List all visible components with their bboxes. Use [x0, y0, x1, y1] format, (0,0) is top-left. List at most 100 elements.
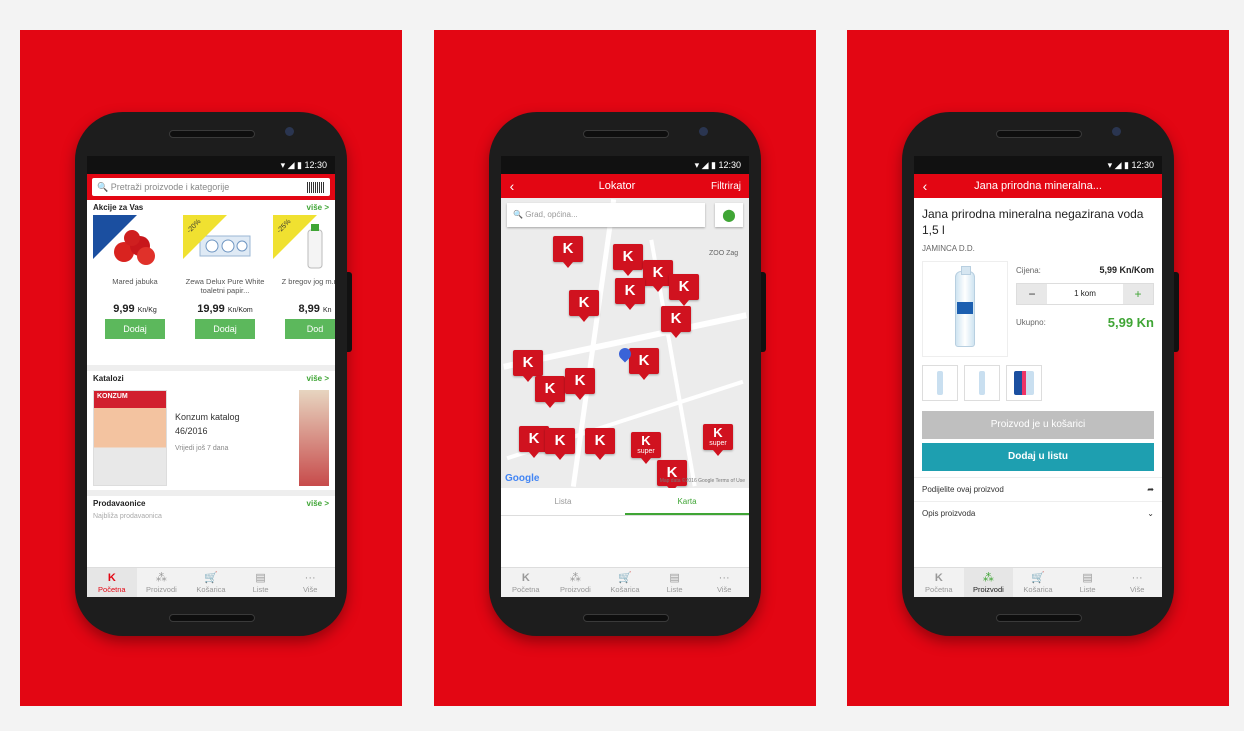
store-marker[interactable]: K: [569, 290, 599, 322]
bottom-speaker: [996, 614, 1082, 622]
discount-badge: [273, 215, 317, 259]
page-title: Jana prirodna mineralna...: [974, 180, 1102, 192]
thumbnail[interactable]: [922, 365, 958, 402]
store-marker[interactable]: K: [585, 428, 615, 460]
filter-button[interactable]: Filtriraj: [711, 181, 749, 192]
front-camera: [285, 127, 294, 136]
quantity-stepper[interactable]: − 1 kom +: [1016, 283, 1154, 306]
nav-cart[interactable]: 🛒 Košarica: [186, 568, 236, 597]
status-bar: ▾ ◢ ▮ 12:30: [87, 156, 335, 174]
nav-products[interactable]: ⁂ Proizvodi: [963, 568, 1014, 597]
products-icon: ⁂: [569, 572, 581, 584]
product-screen: ▾ ◢ ▮ 12:30 ‹ Jana prirodna mineralna...…: [914, 156, 1162, 597]
stores-header: Prodavaonice više >: [93, 499, 329, 508]
search-icon: 🔍: [97, 181, 111, 192]
increase-button[interactable]: +: [1123, 284, 1153, 305]
store-marker[interactable]: K: [629, 348, 659, 380]
cart-icon: 🛒: [204, 572, 218, 584]
location-pin-icon[interactable]: ⬤: [715, 203, 743, 227]
catalog-item[interactable]: KONZUM Konzum katalog 46/2016 Vrijedi još…: [87, 386, 335, 490]
front-camera: [699, 127, 708, 136]
tab-list[interactable]: Lista: [501, 488, 625, 515]
store-marker[interactable]: K: [661, 306, 691, 338]
bottom-nav: K Početna ⁂ Proizvodi 🛒 Košarica ▤ Liste ···…: [914, 567, 1162, 597]
store-marker-super[interactable]: Ksuper: [631, 432, 661, 464]
store-marker[interactable]: K: [513, 350, 543, 382]
nav-cart[interactable]: 🛒 Košarica: [1013, 568, 1063, 597]
add-button[interactable]: Dod: [285, 319, 335, 339]
product-panel: ▾ ◢ ▮ 12:30 ‹ Jana prirodna mineralna...…: [847, 30, 1229, 706]
share-icon: ➦: [1147, 485, 1154, 495]
stores-more-link[interactable]: više >: [307, 499, 329, 508]
back-arrow-icon[interactable]: ‹: [501, 178, 523, 194]
bottom-speaker: [169, 614, 255, 622]
locator-panel: ▾ ◢ ▮ 12:30 ‹ Lokator Filtriraj 🔍 Grad, …: [434, 30, 816, 706]
map-search-input[interactable]: 🔍 Grad, općina...: [507, 203, 705, 227]
add-button[interactable]: Dodaj: [105, 319, 165, 339]
nav-lists[interactable]: ▤ Liste: [1063, 568, 1113, 597]
product-card[interactable]: -20% Zewa Delux Pure White toaletni papi…: [183, 215, 267, 365]
search-input[interactable]: 🔍 Pretraži proizvode i kategorije: [92, 178, 330, 196]
nav-home[interactable]: K Početna: [914, 568, 964, 597]
add-button[interactable]: Dodaj: [195, 319, 255, 339]
phone-frame: ▾ ◢ ▮ 12:30 ‹ Lokator Filtriraj 🔍 Grad, …: [489, 112, 766, 636]
add-to-list-button[interactable]: Dodaj u listu: [922, 443, 1154, 472]
more-icon: ···: [304, 572, 316, 584]
bottom-speaker: [583, 614, 669, 622]
nav-more[interactable]: ··· Više: [1112, 568, 1162, 597]
thumbnail[interactable]: [1006, 365, 1042, 402]
product-card[interactable]: -25% Z bregov jog m.m. 1 8,99 Kn Dod: [273, 215, 335, 365]
tab-map[interactable]: Karta: [625, 488, 749, 515]
product-card[interactable]: Mared jabuka 9,99 Kn/Kg Dodaj: [93, 215, 177, 365]
barcode-scan-icon[interactable]: [307, 181, 325, 193]
nav-lists[interactable]: ▤ Liste: [236, 568, 286, 597]
image-thumbnails: [914, 357, 1162, 407]
total-price: 5,99 Kn: [1107, 314, 1154, 330]
thumbnail[interactable]: [964, 365, 1000, 402]
konzum-k-icon: K: [934, 572, 943, 584]
deals-carousel[interactable]: Mared jabuka 9,99 Kn/Kg Dodaj -20% Zewa …: [87, 215, 335, 365]
nav-home[interactable]: K Početna: [501, 568, 551, 597]
store-map[interactable]: 🔍 Grad, općina... ⬤ ZOO Zag K K K K K K …: [501, 198, 749, 488]
status-bar: ▾ ◢ ▮ 12:30: [501, 156, 749, 174]
home-screen: ▾ ◢ ▮ 12:30 🔍 Pretraži proizvode i kateg…: [87, 156, 335, 597]
google-logo: Google: [505, 473, 540, 484]
store-marker[interactable]: K: [553, 236, 583, 268]
back-arrow-icon[interactable]: ‹: [914, 178, 936, 194]
chevron-down-icon: ⌄: [1147, 509, 1154, 519]
nav-products[interactable]: ⁂ Proizvodi: [137, 568, 187, 597]
store-marker-super[interactable]: Ksuper: [703, 424, 733, 456]
nav-home[interactable]: K Početna: [87, 568, 137, 597]
store-marker[interactable]: K: [669, 274, 699, 306]
product-appbar: ‹ Jana prirodna mineralna...: [914, 174, 1162, 198]
page-title: Lokator: [598, 180, 636, 192]
next-catalog-cover[interactable]: [299, 390, 329, 486]
nav-more[interactable]: ··· Više: [699, 568, 749, 597]
catalogs-more-link[interactable]: više >: [307, 374, 329, 383]
nav-lists[interactable]: ▤ Liste: [650, 568, 700, 597]
deals-more-link[interactable]: više >: [307, 203, 329, 212]
cart-icon: 🛒: [618, 572, 632, 584]
search-icon: 🔍: [513, 210, 526, 219]
in-cart-button[interactable]: Proizvod je u košarici: [922, 411, 1154, 440]
home-appbar: 🔍 Pretraži proizvode i kategorije: [87, 174, 335, 200]
decrease-button[interactable]: −: [1017, 284, 1047, 305]
nav-more[interactable]: ··· Više: [285, 568, 335, 597]
product-pricing: Cijena: 5,99 Kn/Kom − 1 kom + Ukupno: 5,99…: [1016, 265, 1154, 330]
more-icon: ···: [1131, 572, 1143, 584]
front-camera: [1112, 127, 1121, 136]
deals-header: Akcije za Vas više >: [93, 203, 329, 212]
description-row[interactable]: Opis proizvoda ⌄: [914, 501, 1162, 525]
product-image[interactable]: [922, 261, 1008, 358]
earpiece: [583, 130, 669, 138]
store-marker[interactable]: K: [613, 244, 643, 276]
store-marker[interactable]: K: [565, 368, 595, 400]
store-marker[interactable]: K: [535, 376, 565, 408]
share-row[interactable]: Podijelite ovaj proizvod ➦: [914, 477, 1162, 501]
nav-cart[interactable]: 🛒 Košarica: [600, 568, 650, 597]
list-icon: ▤: [669, 572, 680, 584]
nav-products[interactable]: ⁂ Proizvodi: [551, 568, 601, 597]
store-marker[interactable]: K: [615, 278, 645, 310]
product-main: Cijena: 5,99 Kn/Kom − 1 kom + Ukupno: 5,99…: [914, 261, 1162, 358]
store-marker[interactable]: K: [545, 428, 575, 460]
